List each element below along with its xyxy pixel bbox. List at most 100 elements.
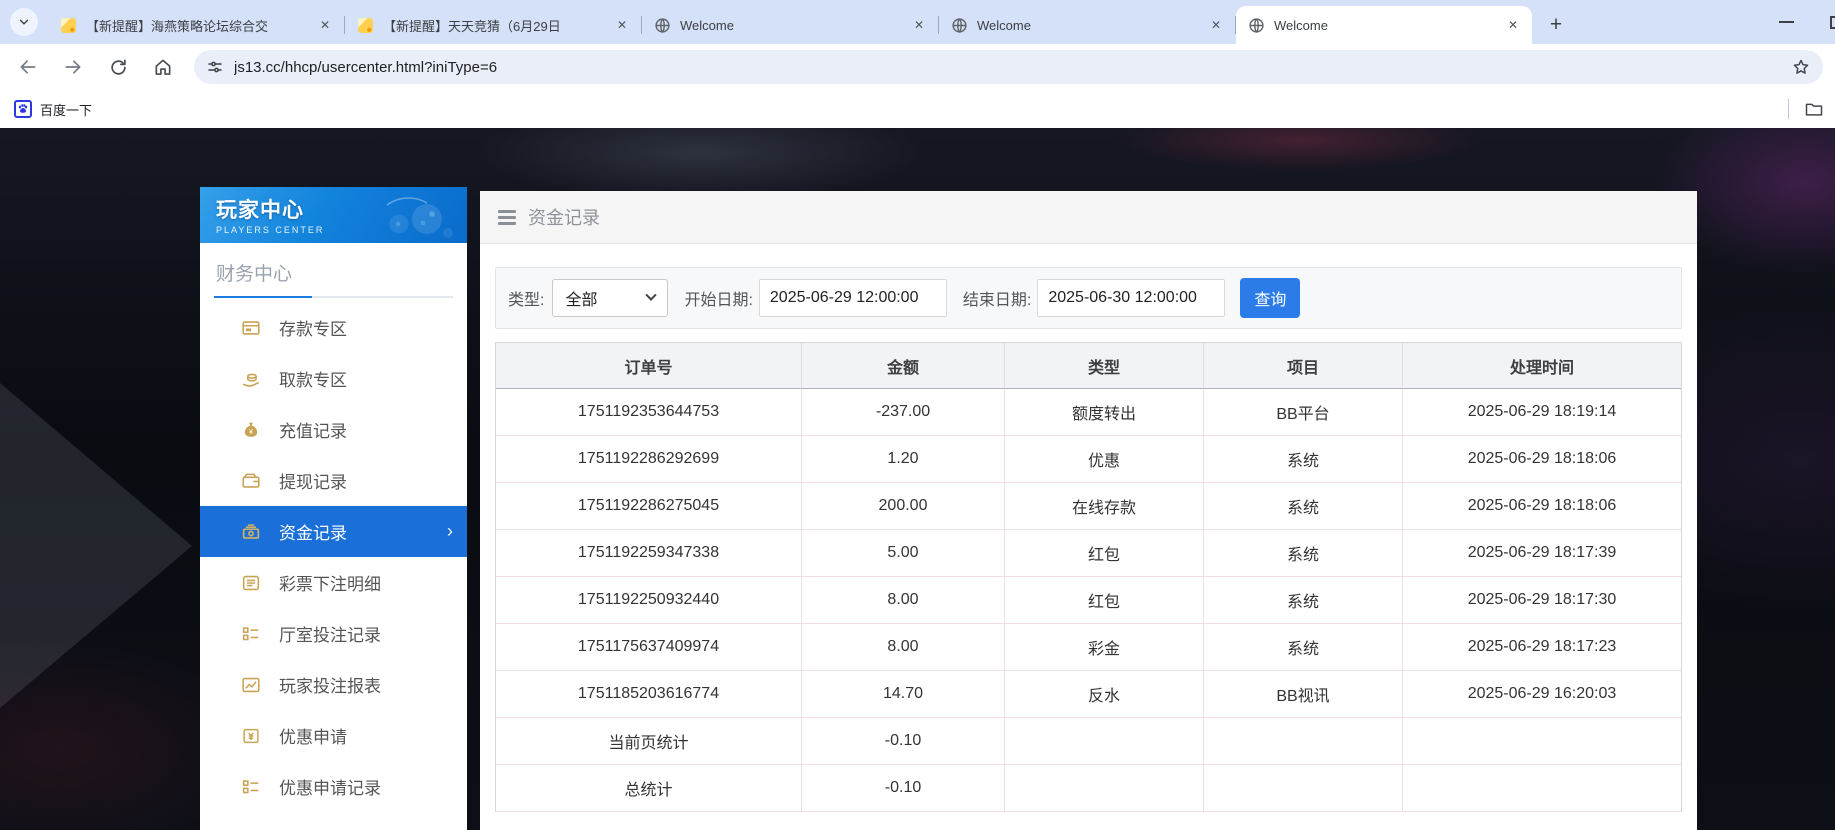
sidebar-item-recharge-records[interactable]: ¥ 充值记录 <box>200 404 467 455</box>
sidebar-item-promo-apply[interactable]: 优惠申请 <box>200 710 467 761</box>
tab-welcome-1[interactable]: Welcome ✕ <box>642 6 938 44</box>
sidebar-item-lottery-bet-details[interactable]: 彩票下注明细 <box>200 557 467 608</box>
cell-summary-label: 当前页统计 <box>496 718 801 765</box>
sidebar-item-label: 提现记录 <box>279 473 347 492</box>
forward-button[interactable] <box>55 49 91 85</box>
tab-title: Welcome <box>977 17 1031 33</box>
table-summary-row-total: 总统计 -0.10 <box>496 765 1681 812</box>
grid-list-icon <box>242 779 259 793</box>
cell-project: 系统 <box>1203 483 1402 530</box>
banknotes-icon <box>242 523 260 539</box>
home-button[interactable] <box>145 49 181 85</box>
page-title: 资金记录 <box>528 208 600 228</box>
bookmark-baidu[interactable]: 百度一下 <box>14 100 92 119</box>
doc-icon <box>358 17 373 33</box>
type-label: 类型: <box>508 292 545 309</box>
start-date-input[interactable] <box>758 279 947 317</box>
sidebar-item-withdrawal-records[interactable]: 提现记录 <box>200 455 467 506</box>
sidebar-item-funds-records[interactable]: 资金记录 › <box>200 506 467 557</box>
tab-forum-1[interactable]: 【新提醒】海燕策略论坛综合交 ✕ <box>48 6 344 44</box>
table-row: 1751192286292699 1.20 优惠 系统 2025-06-29 1… <box>496 436 1681 483</box>
cell-empty <box>1004 765 1203 812</box>
cell-process-time: 2025-06-29 16:20:03 <box>1402 671 1681 718</box>
end-date-label: 结束日期: <box>962 292 1032 309</box>
baidu-paw-icon <box>14 100 32 118</box>
cell-amount: 1.20 <box>801 436 1004 483</box>
header-project: 项目 <box>1203 343 1402 389</box>
new-tab-button[interactable]: + <box>1542 11 1570 39</box>
sidebar-item-withdraw-zone[interactable]: 取款专区 <box>200 353 467 404</box>
money-bag-icon: ¥ <box>244 422 258 437</box>
sidebar-item-player-bet-report[interactable]: 玩家投注报表 <box>200 659 467 710</box>
tab-welcome-active[interactable]: Welcome ✕ <box>1236 6 1532 44</box>
site-info-icon[interactable] <box>206 58 224 76</box>
query-button[interactable]: 查询 <box>1240 278 1301 318</box>
close-icon[interactable]: ✕ <box>910 16 928 34</box>
end-date-input[interactable] <box>1037 279 1226 317</box>
cell-process-time: 2025-06-29 18:17:23 <box>1402 624 1681 671</box>
cell-project: 系统 <box>1203 577 1402 624</box>
minimize-button[interactable] <box>1779 21 1794 23</box>
chart-report-icon <box>242 677 260 692</box>
tab-welcome-2[interactable]: Welcome ✕ <box>939 6 1235 44</box>
bookmark-star-icon[interactable] <box>1791 57 1811 77</box>
bookmarks-separator <box>1788 99 1789 119</box>
tab-list: 【新提醒】海燕策略论坛综合交 ✕ 【新提醒】天天竞猜（6月29日 ✕ Welco… <box>48 0 1532 44</box>
sidebar: 玩家中心 PLAYERS CENTER 财务中心 存款专区 取款专区 ¥ 充值记… <box>200 187 467 830</box>
bookmarks-bar: 百度一下 <box>0 90 1835 128</box>
cell-summary-label: 总统计 <box>496 765 801 812</box>
back-button[interactable] <box>10 49 46 85</box>
globe-icon <box>655 17 670 33</box>
type-select[interactable]: 全部 <box>552 279 669 317</box>
sidebar-item-promo-apply-records[interactable]: 优惠申请记录 <box>200 761 467 812</box>
chevron-down-icon <box>19 19 29 25</box>
browser-toolbar: js13.cc/hhcp/usercenter.html?iniType=6 <box>0 44 1835 90</box>
globe-icon <box>952 17 967 33</box>
close-icon[interactable]: ✕ <box>1504 16 1522 34</box>
reload-button[interactable] <box>100 49 136 85</box>
cell-process-time: 2025-06-29 18:18:06 <box>1402 483 1681 530</box>
coupon-icon <box>243 728 259 743</box>
sidebar-item-hall-bet-records[interactable]: 厅室投注记录 <box>200 608 467 659</box>
cell-project: 系统 <box>1203 624 1402 671</box>
sidebar-item-label: 优惠申请 <box>279 728 347 747</box>
cell-process-time: 2025-06-29 18:19:14 <box>1402 389 1681 436</box>
chevron-right-icon: › <box>447 521 453 541</box>
wallet-icon <box>242 473 260 488</box>
grid-list-icon <box>242 626 259 640</box>
window-controls <box>1779 0 1835 44</box>
sidebar-header: 玩家中心 PLAYERS CENTER <box>200 187 467 243</box>
cell-empty <box>1004 718 1203 765</box>
cell-type: 额度转出 <box>1004 389 1203 436</box>
bookmarks-right <box>1788 99 1825 119</box>
bookmarks-folder-icon[interactable] <box>1803 99 1825 119</box>
cell-order-no: 1751192286292699 <box>496 436 801 483</box>
sidebar-menu: 存款专区 取款专区 ¥ 充值记录 提现记录 资金记录 › 彩票下注明细 厅室投注… <box>200 302 467 812</box>
main-header: 资金记录 <box>480 191 1697 244</box>
cell-amount: -237.00 <box>801 389 1004 436</box>
table-row: 1751185203616774 14.70 反水 BB视讯 2025-06-2… <box>496 671 1681 718</box>
funds-table: 订单号 金额 类型 项目 处理时间 1751192353644753 -237.… <box>495 342 1682 812</box>
cell-project: BB视讯 <box>1203 671 1402 718</box>
address-bar[interactable]: js13.cc/hhcp/usercenter.html?iniType=6 <box>194 50 1823 84</box>
header-process-time: 处理时间 <box>1402 343 1681 389</box>
close-icon[interactable]: ✕ <box>613 16 631 34</box>
start-date-label: 开始日期: <box>684 292 753 309</box>
header-order-no: 订单号 <box>496 343 801 389</box>
tab-search-button[interactable] <box>10 8 38 36</box>
cell-amount: 8.00 <box>801 577 1004 624</box>
cell-type: 红包 <box>1004 577 1203 624</box>
cell-type: 彩金 <box>1004 624 1203 671</box>
sidebar-item-deposit-zone[interactable]: 存款专区 <box>200 302 467 353</box>
tab-title: Welcome <box>680 17 734 33</box>
menu-toggle-icon[interactable] <box>498 209 516 225</box>
list-document-icon <box>242 575 260 590</box>
tab-forum-2[interactable]: 【新提醒】天天竞猜（6月29日 ✕ <box>345 6 641 44</box>
sidebar-item-label: 彩票下注明细 <box>279 575 381 594</box>
deposit-card-icon <box>242 320 260 335</box>
cell-amount: 8.00 <box>801 624 1004 671</box>
tab-title: Welcome <box>1274 17 1328 33</box>
maximize-button[interactable] <box>1830 15 1835 29</box>
close-icon[interactable]: ✕ <box>1207 16 1225 34</box>
close-icon[interactable]: ✕ <box>316 16 334 34</box>
